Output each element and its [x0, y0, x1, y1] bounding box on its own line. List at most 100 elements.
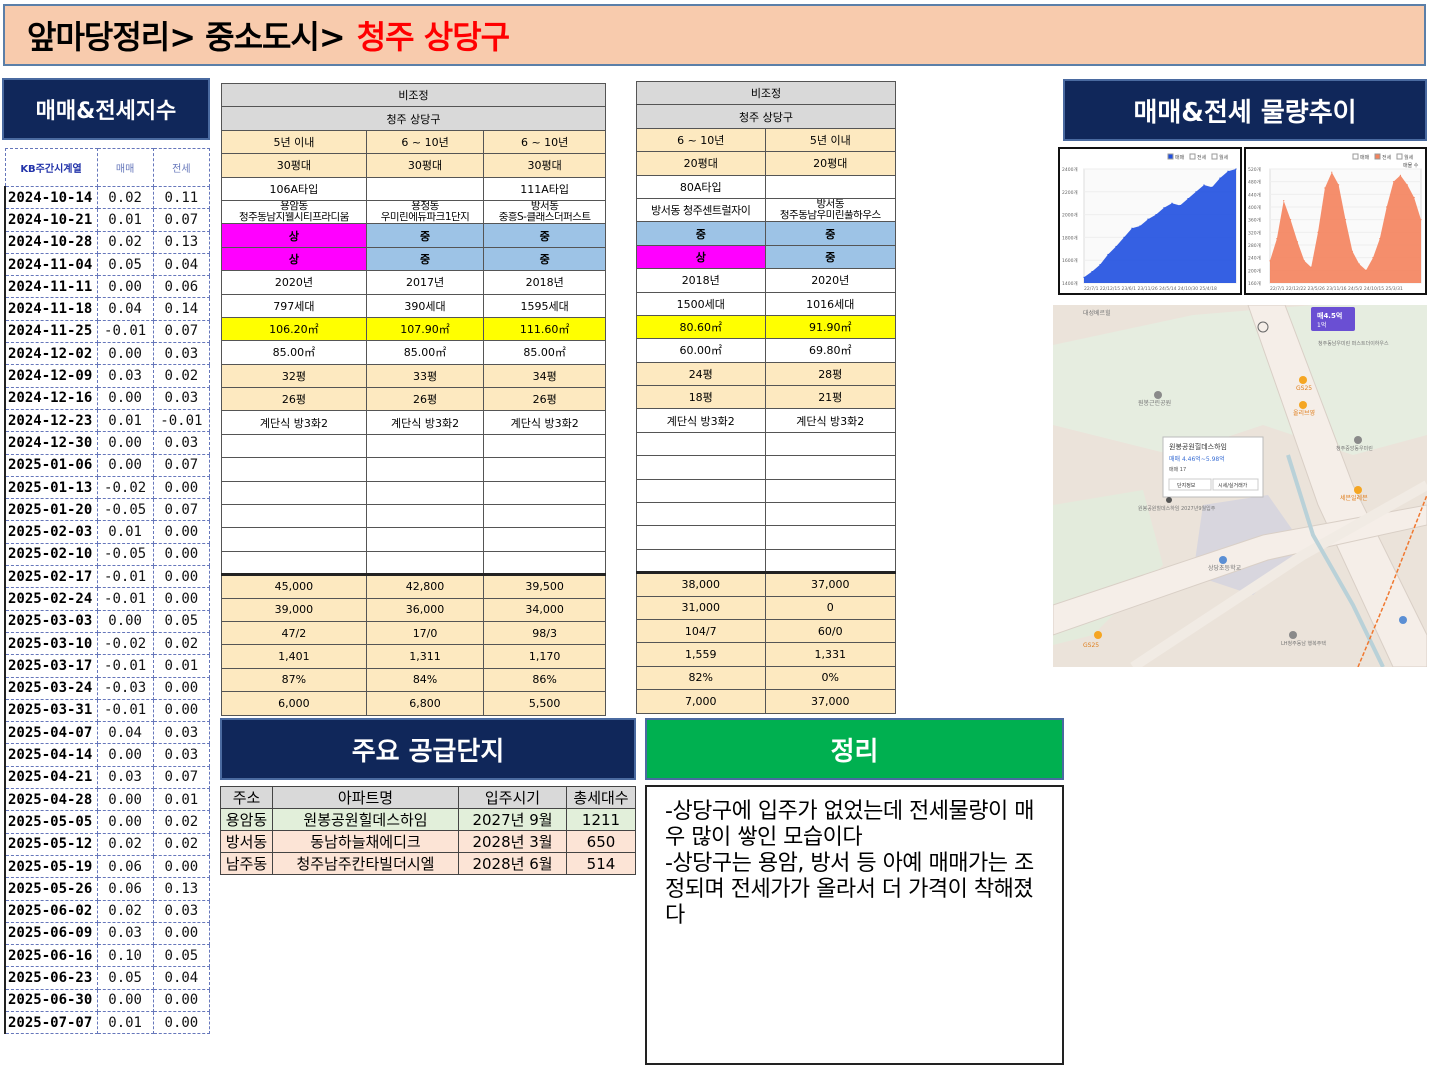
poi-icon[interactable] [1299, 401, 1307, 409]
poi-icon[interactable] [1289, 631, 1297, 639]
compare-type [764, 174, 897, 199]
map-pin-icon[interactable] [1166, 497, 1172, 503]
chart-point [1276, 238, 1278, 240]
poi-icon[interactable] [1219, 556, 1227, 564]
poi-icon[interactable] [1299, 376, 1307, 384]
compare-pyeong-supply: 34평 [483, 363, 606, 389]
kb-row: 2025-06-02 0.02 0.03 [4, 899, 211, 923]
map-view[interactable]: 대성베르힐 원봉근린공원 원봉공원힐데스하임 2027년9월입주 상당초등학교 … [1053, 305, 1427, 667]
kb-row: 2025-02-03 0.01 0.00 [4, 520, 211, 544]
kb-sale-value: 0.00 [96, 386, 154, 410]
kb-row: 2024-10-28 0.02 0.13 [4, 230, 211, 254]
compare-header-region: 청주 상당구 [636, 104, 896, 129]
kb-jeonse-value: 0.00 [152, 520, 211, 544]
compare-row: 18평 21평 [636, 385, 897, 410]
kb-date: 2025-03-03 [4, 609, 98, 633]
compare-row: 24평 28평 [636, 361, 897, 387]
chart-point [1179, 204, 1181, 207]
supply-row: 방서동 동남하늘채에디크 2028년 3월 650 [220, 830, 636, 853]
compare-apt-name: 방서동 청주센트럴자이 [651, 204, 751, 216]
compare-empty-cell [764, 548, 897, 575]
chart-point [1203, 184, 1205, 186]
compare-listings: 17/0 [365, 620, 485, 646]
supply-col-date: 입주시기 [458, 786, 567, 809]
kb-jeonse-value: 0.00 [152, 988, 211, 1012]
compare-price-per-pyeong: 1,559 [636, 642, 766, 667]
chart-point [1147, 218, 1149, 220]
kb-jeonse-value: 0.07 [152, 498, 211, 522]
compare-apt-name: 중흥S-클래스더퍼스트 [498, 212, 591, 224]
legend-checkbox-icon [1374, 153, 1381, 160]
compare-grade-2: 중 [483, 246, 606, 272]
compare-jeonse-price: 34,000 [483, 597, 606, 622]
kb-row: 2025-06-16 0.10 0.05 [4, 944, 211, 968]
chart-point [1083, 276, 1085, 278]
poi-icon[interactable] [1399, 616, 1407, 624]
supply-cell: 2027년 9월 [458, 808, 567, 831]
kb-jeonse-value: 0.00 [152, 1010, 211, 1035]
chart-point [1219, 177, 1221, 179]
poi-icon[interactable] [1354, 486, 1362, 494]
kb-jeonse-value: 0.07 [152, 319, 211, 344]
compare-row: 계단식 방3화2 계단식 방3화2 [636, 408, 897, 433]
chart-y-tick: 1600개 [1062, 257, 1078, 264]
chart-point [1163, 207, 1165, 209]
price-marker-sub: 1억 [1317, 321, 1326, 329]
kb-sale-value: 0.05 [96, 966, 154, 990]
kb-row: 2025-06-09 0.03 0.00 [4, 921, 211, 946]
kb-jeonse-value: 0.00 [152, 676, 211, 700]
legend-checkbox-icon [1167, 153, 1174, 160]
supply-cell: 1211 [566, 808, 636, 831]
kb-row: 2025-05-26 0.06 0.13 [4, 877, 211, 901]
chart-point [1187, 198, 1189, 200]
kb-date: 2025-04-14 [4, 743, 98, 767]
kb-header-date: KB주간시계열 [4, 148, 98, 187]
kb-date: 2025-02-17 [4, 565, 98, 589]
kb-date: 2024-12-16 [4, 386, 98, 410]
kb-date: 2025-06-16 [4, 944, 98, 968]
poi-label: 올리브영 [1293, 409, 1315, 417]
supply-row: 남주동 청주남주칸타빌더시엘 2028년 6월 514 [220, 852, 636, 875]
compare-price-per-pyeong: 1,401 [221, 644, 367, 669]
kb-row: 2025-03-03 0.00 0.05 [4, 609, 211, 633]
poi-icon[interactable] [1154, 391, 1162, 399]
compare-pyeong-supply: 28평 [764, 361, 897, 387]
kb-sale-value: 0.00 [96, 788, 154, 812]
compare-year: 2018년 [636, 268, 766, 293]
compare-empty-cell [221, 504, 367, 529]
chart-point [1107, 253, 1109, 256]
supply-col-households: 총세대수 [566, 786, 636, 809]
popup-count: 매매 17 [1169, 466, 1186, 473]
compare-pyeong-exclusive: 18평 [636, 385, 766, 410]
compare-apt-name: 청주동남지웰시티프라디움 [238, 212, 349, 224]
compare-header-status: 비조정 [221, 82, 606, 108]
chart-point [1365, 269, 1367, 271]
kb-sale-value: 0.01 [96, 208, 154, 232]
kb-row: 2025-03-24 -0.03 0.00 [4, 676, 211, 700]
chart-point [1289, 219, 1292, 221]
kb-sale-value: -0.01 [96, 587, 154, 611]
kb-date: 2025-04-28 [4, 788, 98, 812]
compare-price-per-pyeong: 1,170 [483, 644, 606, 669]
poi-icon[interactable] [1094, 631, 1102, 639]
kb-jeonse-value: 0.03 [152, 721, 211, 745]
comparison-table-2: 비조정 청주 상당구 6 ~ 10년 5년 이내 20평대 20평대 80A타입 방서동 청주… [636, 80, 897, 714]
compare-row: 상중중 [221, 246, 606, 272]
chart-y-tick: 240개 [1248, 255, 1261, 262]
kb-sale-value: 0.00 [96, 988, 154, 1012]
compare-listings: 104/7 [636, 618, 766, 644]
chart-point [1351, 250, 1353, 252]
kb-jeonse-value: 0.06 [152, 275, 211, 299]
poi-icon[interactable] [1354, 436, 1362, 444]
kb-jeonse-value: 0.14 [152, 297, 211, 321]
supply-cell: 남주동 [220, 852, 273, 875]
poi-label: 상당초등학교 [1208, 564, 1242, 572]
chart-point [1115, 245, 1117, 248]
compare-empty-cell [365, 527, 485, 552]
kb-sale-value: 0.02 [96, 899, 154, 923]
compare-households: 390세대 [365, 293, 485, 318]
compare-dong: 방서동 [816, 198, 845, 211]
kb-row: 2025-04-21 0.03 0.07 [4, 765, 211, 790]
kb-sale-value: -0.01 [96, 654, 154, 678]
kb-sale-value: 0.06 [96, 877, 154, 901]
